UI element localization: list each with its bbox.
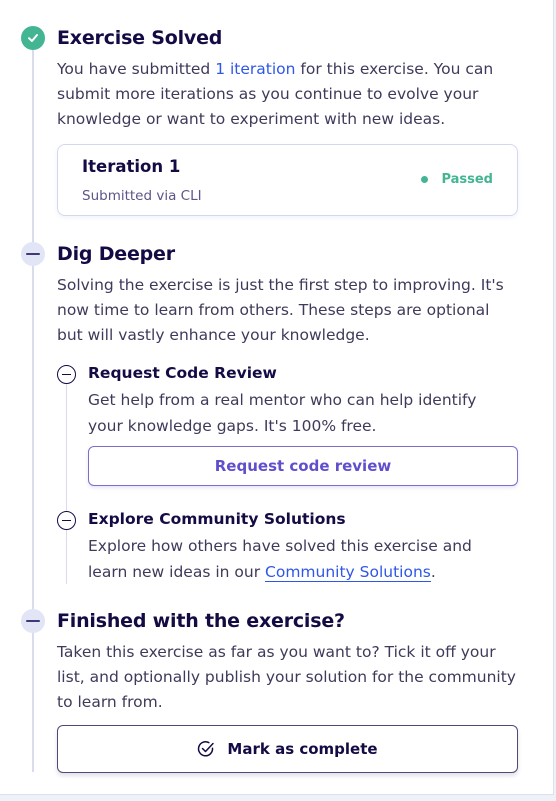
dig-deeper-line2: now time to learn from others. These ste… <box>57 301 490 319</box>
code-review-line1: Get help from a real mentor who can help… <box>88 391 477 409</box>
iteration-subtitle: Submitted via CLI <box>82 188 202 204</box>
request-code-review-button[interactable]: Request code review <box>88 446 518 486</box>
dig-deeper-title: Dig Deeper <box>57 243 175 265</box>
check-circle-icon <box>197 740 215 758</box>
minus-icon[interactable] <box>21 609 45 633</box>
finished-line3: to learn from. <box>57 693 163 711</box>
explore-community-text: Explore how others have solved this exer… <box>88 533 518 585</box>
solved-text-line3: knowledge or want to experiment with new… <box>57 110 446 128</box>
community-solutions-link[interactable]: Community Solutions <box>265 563 431 582</box>
iteration-title: Iteration 1 <box>82 157 181 176</box>
status-dot-icon <box>421 176 429 183</box>
code-review-line2: your knowledge gaps. It's 100% free. <box>88 417 377 435</box>
request-code-review-title: Request Code Review <box>88 364 277 382</box>
check-icon <box>21 26 45 50</box>
exercise-solved-title: Exercise Solved <box>57 27 223 49</box>
minus-icon[interactable] <box>21 242 45 266</box>
minus-circle-icon[interactable] <box>57 511 76 530</box>
community-line2-after: . <box>430 563 436 581</box>
solved-text-line2: submit more iterations as you continue t… <box>57 85 479 103</box>
solved-text-after: for this exercise. You can <box>295 60 494 78</box>
explore-community-title: Explore Community Solutions <box>88 510 346 528</box>
mark-as-complete-button[interactable]: Mark as complete <box>57 725 518 773</box>
finished-line2: list, and optionally publish your soluti… <box>57 668 516 686</box>
minus-circle-icon[interactable] <box>57 365 76 384</box>
exercise-solved-text: You have submitted 1 iteration for this … <box>57 57 527 132</box>
iteration-link[interactable]: 1 iteration <box>215 60 295 78</box>
request-code-review-text: Get help from a real mentor who can help… <box>88 387 518 439</box>
community-line2-before: learn new ideas in our <box>88 563 266 581</box>
dig-deeper-text: Solving the exercise is just the first s… <box>57 273 527 348</box>
status-badge: Passed <box>421 172 493 187</box>
finished-title: Finished with the exercise? <box>57 610 345 632</box>
mark-as-complete-label: Mark as complete <box>227 740 378 758</box>
finished-line1: Taken this exercise as far as you want t… <box>57 643 496 661</box>
sub-timeline-rail <box>66 384 67 584</box>
status-label: Passed <box>441 172 493 187</box>
finished-text: Taken this exercise as far as you want t… <box>57 640 532 715</box>
exercise-steps-panel: Exercise Solved You have submitted 1 ite… <box>0 0 554 795</box>
dig-deeper-line3: but will vastly enhance your knowledge. <box>57 326 370 344</box>
community-line1: Explore how others have solved this exer… <box>88 537 472 555</box>
iteration-card[interactable]: Iteration 1 Submitted via CLI Passed <box>57 144 518 216</box>
dig-deeper-line1: Solving the exercise is just the first s… <box>57 276 504 294</box>
solved-text-before: You have submitted <box>57 60 216 78</box>
timeline-rail <box>32 50 34 772</box>
